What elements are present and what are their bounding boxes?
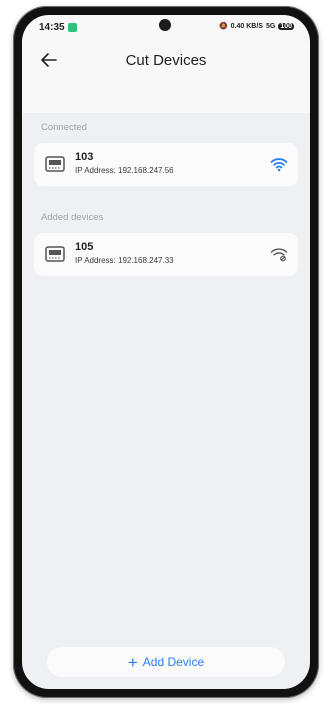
page-title: Cut Devices — [125, 52, 207, 69]
status-time: 14:35 — [39, 22, 65, 33]
battery-level: 100 — [278, 22, 294, 30]
add-device-button[interactable]: + Add Device — [47, 647, 285, 677]
wifi-icon — [270, 156, 288, 172]
header: Cut Devices — [22, 39, 310, 85]
phone-frame: 14:35 🔕 0.40 KB/S 5G 100 Cut Devices Con… — [13, 6, 319, 698]
plus-icon: + — [127, 652, 138, 672]
status-right: 🔕 0.40 KB/S 5G 100 — [219, 22, 294, 30]
section-added-label: Added devices — [41, 212, 104, 223]
device-ip: IP Address: 192.168.247.33 — [75, 256, 174, 265]
device-ip: IP Address: 192.168.247.56 — [75, 166, 174, 175]
device-name: 105 — [75, 241, 94, 253]
device-name: 103 — [75, 151, 94, 163]
network-type: 5G — [265, 22, 276, 30]
net-speed: 0.40 KB/S — [230, 22, 263, 30]
bell-icon: 🔕 — [218, 23, 228, 30]
device-icon — [45, 246, 65, 262]
status-bar: 14:35 🔕 0.40 KB/S 5G 100 — [22, 15, 310, 39]
screen: 14:35 🔕 0.40 KB/S 5G 100 Cut Devices Con… — [22, 15, 310, 689]
wifi-off-icon — [270, 246, 288, 262]
add-device-label: Add Device — [142, 655, 205, 669]
section-connected-label: Connected — [41, 122, 87, 133]
notification-icon — [68, 23, 77, 32]
device-card-added[interactable]: 105 IP Address: 192.168.247.33 — [34, 233, 298, 276]
device-icon — [45, 156, 65, 172]
device-card-connected[interactable]: 103 IP Address: 192.168.247.56 — [34, 143, 298, 186]
